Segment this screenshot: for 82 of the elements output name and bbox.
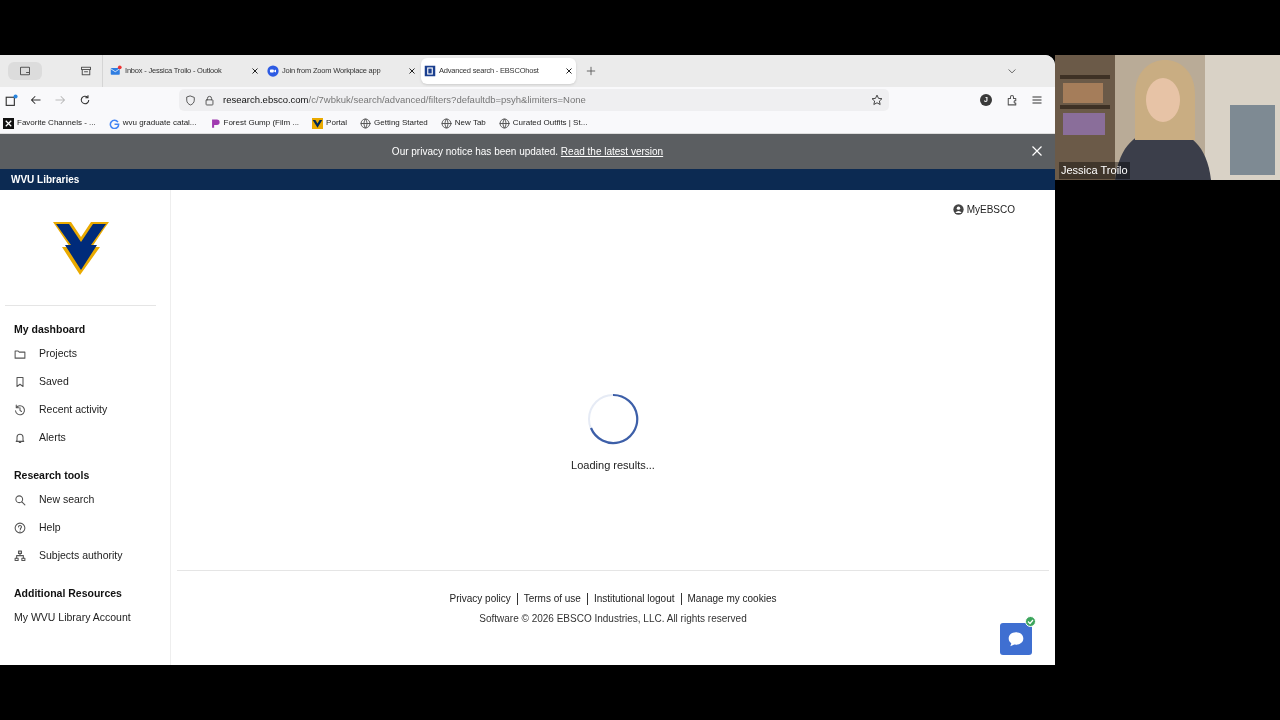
close-icon <box>251 67 259 75</box>
video-icon <box>267 65 279 77</box>
bookmark-label: Forest Gump (Film ... <box>223 117 300 129</box>
nav-link[interactable]: Help <box>14 514 170 542</box>
back-button[interactable] <box>30 94 42 106</box>
loading-text: Loading results... <box>571 457 655 473</box>
bookmark-item[interactable]: Curated Outfits | St... <box>498 117 588 129</box>
nav-link[interactable]: Saved <box>14 368 170 396</box>
window-icon <box>5 93 18 107</box>
globe-icon <box>360 117 371 129</box>
chevron-down-icon <box>1007 66 1017 76</box>
menu-icon <box>1031 94 1043 106</box>
globe-icon <box>498 117 510 129</box>
account-link[interactable]: MyEBSCO <box>952 201 1015 217</box>
site-title: WVU Libraries <box>11 173 80 187</box>
g-letter-icon <box>108 117 120 129</box>
help-icon <box>14 522 26 534</box>
copyright-text: Software © 2026 EBSCO Industries, LLC. All rights reserved <box>479 612 747 626</box>
bookmark-label: Getting Started <box>374 117 428 129</box>
bookmark-flag-icon <box>209 117 221 129</box>
shield-icon <box>185 94 196 106</box>
bell-icon <box>14 432 26 444</box>
loading-spinner <box>587 392 639 445</box>
bookmark-label: Portal <box>326 117 347 129</box>
puzzle-icon <box>1006 94 1018 106</box>
bookmark-item[interactable]: Favorite Channels - ... <box>3 117 96 129</box>
sidebar-icon <box>19 65 31 77</box>
nav-link[interactable]: Subjects authority <box>14 542 170 570</box>
footer-link[interactable]: Terms of use <box>523 591 581 606</box>
search-icon <box>14 494 26 506</box>
address-bar[interactable]: research.ebsco.com/c/7wbkuk/search/advanced/filters?defaultdb=psyh&limiters=None <box>179 89 889 111</box>
forward-arrow-icon <box>54 94 66 106</box>
banner-text: Our privacy notice has been updated. Read the latest version <box>391 145 664 159</box>
close-icon <box>1031 145 1043 157</box>
nav-link[interactable]: Alerts <box>14 424 170 452</box>
footer-link[interactable]: Manage my cookies <box>687 591 777 606</box>
participant-name: Jessica Troilo <box>1059 162 1130 179</box>
nav-link[interactable]: My WVU Library Account <box>14 604 170 632</box>
bookmark-label: wvu graduate catal... <box>122 117 197 129</box>
user-circle-icon <box>952 203 964 215</box>
back-arrow-icon <box>30 94 42 106</box>
document-icon <box>424 65 436 77</box>
footer-link[interactable]: Institutional logout <box>593 591 675 606</box>
nav-link[interactable]: New search <box>14 486 170 514</box>
plus-icon <box>586 66 596 76</box>
bookmark-item[interactable]: New Tab <box>440 117 486 129</box>
section-heading: Additional Resources <box>14 586 123 600</box>
folder-icon <box>14 348 26 360</box>
nav-link[interactable]: Recent activity <box>14 396 170 424</box>
bookmark-item[interactable]: wvu graduate catal... <box>108 117 197 129</box>
archive-icon <box>80 65 92 77</box>
close-icon <box>408 67 416 75</box>
sidebar-toggle-button[interactable] <box>8 62 42 80</box>
sidebar-button[interactable] <box>5 93 18 107</box>
bookmark-label: Favorite Channels - ... <box>17 117 96 129</box>
menu-button[interactable] <box>1031 94 1043 106</box>
history-icon <box>14 404 26 416</box>
globe-icon <box>440 117 452 129</box>
close-banner-button[interactable] <box>1031 145 1043 157</box>
banner-link[interactable]: Read the latest version <box>560 146 664 157</box>
lock-icon <box>204 94 215 106</box>
bookmark-label: Curated Outfits | St... <box>512 117 588 129</box>
bookmark-item[interactable]: Getting Started <box>360 117 428 129</box>
bookmark-icon <box>14 376 26 388</box>
section-heading: My dashboard <box>14 322 87 336</box>
chat-button[interactable] <box>1000 623 1032 655</box>
hierarchy-icon <box>14 550 26 562</box>
cross-icon <box>3 117 14 129</box>
star-icon <box>871 94 883 106</box>
url-text: research.ebsco.com/c/7wbkuk/search/advanced/filters?defaultdb=psyh&limiters=None <box>223 92 587 107</box>
nav-link[interactable]: Projects <box>14 340 170 368</box>
section-heading: Research tools <box>14 468 91 482</box>
reload-icon <box>79 94 91 106</box>
reload-button[interactable] <box>79 94 91 106</box>
bookmark-item[interactable]: Portal <box>312 117 347 129</box>
speech-bubble-icon <box>1007 630 1025 648</box>
envelope-icon <box>110 65 122 77</box>
footer-link[interactable]: Privacy policy <box>449 591 511 606</box>
bookmark-item[interactable]: Forest Gump (Film ... <box>209 117 300 129</box>
bookmark-label: New Tab <box>454 117 486 129</box>
close-icon <box>565 67 573 75</box>
extensions-button[interactable] <box>1006 94 1018 106</box>
